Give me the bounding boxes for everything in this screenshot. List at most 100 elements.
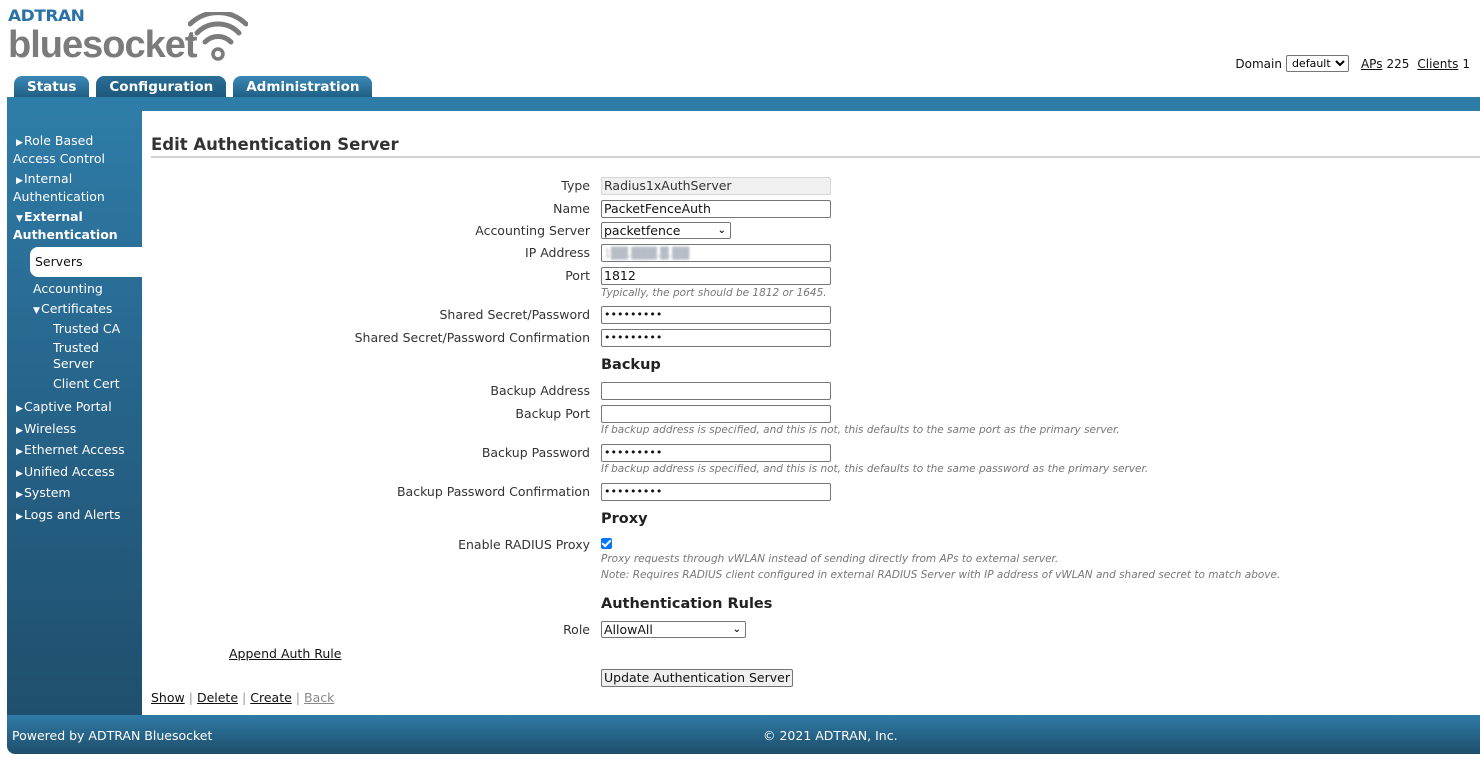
role-value: AllowAll xyxy=(604,622,653,637)
shared-secret-confirm-input[interactable]: ••••••••• xyxy=(601,329,831,347)
sidebar-item-role-based-access-control[interactable]: ▶Role Based Access Control xyxy=(7,133,142,167)
chevron-down-icon: ⌄ xyxy=(717,225,726,236)
backup-password-input[interactable]: ••••••••• xyxy=(601,444,831,462)
expand-arrow-icon: ▶ xyxy=(16,447,23,457)
backup-port-hint: If backup address is specified, and this… xyxy=(601,424,1120,436)
name-input[interactable]: PacketFenceAuth xyxy=(601,200,831,218)
type-label: Type xyxy=(561,178,590,193)
sidebar: ▶Role Based Access Control ▶Internal Aut… xyxy=(7,111,142,715)
sidebar-item-servers[interactable]: Servers xyxy=(30,247,142,277)
sidebar-item-label: System xyxy=(24,485,71,500)
append-auth-rule-link[interactable]: Append Auth Rule xyxy=(229,646,341,661)
expand-arrow-icon: ▶ xyxy=(16,176,23,186)
adtran-logo: ADTRAN xyxy=(8,7,85,26)
backup-password-hint: If backup address is specified, and this… xyxy=(601,463,1149,475)
wifi-icon xyxy=(188,12,248,61)
aps-link[interactable]: APs xyxy=(1361,57,1383,71)
title-divider xyxy=(151,156,1480,158)
sidebar-item-label: Role Based xyxy=(24,133,94,148)
delete-link[interactable]: Delete xyxy=(197,690,238,705)
sidebar-item-unified-access[interactable]: ▶Unified Access xyxy=(7,464,142,482)
enable-radius-proxy-checkbox[interactable] xyxy=(601,538,612,549)
role-select[interactable]: AllowAll ⌄ xyxy=(601,621,746,638)
accounting-server-label: Accounting Server xyxy=(475,223,590,238)
sidebar-item-ethernet-access[interactable]: ▶Ethernet Access xyxy=(7,442,142,460)
sidebar-item-trusted-ca[interactable]: Trusted CA xyxy=(7,321,142,337)
role-label: Role xyxy=(563,622,590,637)
footer-powered-by: Powered by ADTRAN Bluesocket xyxy=(12,728,213,743)
bluesocket-logo: bluesocket xyxy=(8,24,198,66)
sidebar-item-external-authentication[interactable]: ▼External Authentication xyxy=(7,209,142,243)
sidebar-item-label: Trusted xyxy=(53,340,99,355)
enable-radius-proxy-label: Enable RADIUS Proxy xyxy=(458,537,590,552)
sidebar-item-certificates[interactable]: ▼Certificates xyxy=(7,301,142,319)
shared-secret-label: Shared Secret/Password xyxy=(439,307,590,322)
backup-password-confirm-input[interactable]: ••••••••• xyxy=(601,483,831,501)
sidebar-item-label-line2: Access Control xyxy=(13,151,105,166)
create-link[interactable]: Create xyxy=(250,690,292,705)
tab-bar-strip xyxy=(7,97,1480,111)
backup-port-input[interactable] xyxy=(601,405,831,423)
tab-administration[interactable]: Administration xyxy=(233,76,373,98)
auth-rules-heading: Authentication Rules xyxy=(601,596,773,612)
sidebar-item-system[interactable]: ▶System xyxy=(7,485,142,503)
sidebar-item-client-cert[interactable]: Client Cert xyxy=(7,376,142,392)
port-input[interactable]: 1812 xyxy=(601,267,831,285)
backup-heading: Backup xyxy=(601,357,661,373)
port-hint: Typically, the port should be 1812 or 16… xyxy=(601,287,827,299)
expand-arrow-icon: ▶ xyxy=(16,404,23,414)
domain-label: Domain xyxy=(1235,56,1282,71)
collapse-arrow-icon: ▼ xyxy=(16,214,23,224)
expand-arrow-icon: ▶ xyxy=(16,468,23,479)
tab-status[interactable]: Status xyxy=(14,76,90,98)
backup-address-input[interactable] xyxy=(601,382,831,400)
page-title: Edit Authentication Server xyxy=(151,135,399,154)
sidebar-item-wireless[interactable]: ▶Wireless xyxy=(7,421,142,439)
link-separator: | xyxy=(295,690,301,705)
sidebar-item-accounting[interactable]: Accounting xyxy=(7,281,142,297)
sidebar-item-captive-portal[interactable]: ▶Captive Portal xyxy=(7,399,142,417)
backup-password-label: Backup Password xyxy=(481,445,590,460)
back-link[interactable]: Back xyxy=(304,690,334,705)
sidebar-item-label: Logs and Alerts xyxy=(24,506,121,522)
update-authentication-server-button[interactable]: Update Authentication Server xyxy=(601,669,793,687)
sidebar-item-label: Certificates xyxy=(41,301,113,316)
aps-count: 225 xyxy=(1386,56,1410,71)
shared-secret-input[interactable]: ••••••••• xyxy=(601,306,831,324)
backup-port-label: Backup Port xyxy=(515,406,590,421)
sidebar-item-label: Captive Portal xyxy=(24,399,112,414)
sidebar-item-internal-authentication[interactable]: ▶Internal Authentication xyxy=(7,171,142,205)
accounting-server-select[interactable]: packetfence ⌄ xyxy=(601,222,731,239)
tab-configuration[interactable]: Configuration xyxy=(96,76,227,98)
chevron-down-icon: ⌄ xyxy=(732,624,741,635)
proxy-heading: Proxy xyxy=(601,511,648,527)
backup-address-label: Backup Address xyxy=(490,383,590,398)
header: ADTRAN bluesocket ® Domain default APs 2… xyxy=(0,0,1480,98)
bottom-links: Show | Delete | Create | Back xyxy=(151,690,334,705)
sidebar-item-label-line2: Server xyxy=(53,356,94,371)
collapse-arrow-icon: ▼ xyxy=(33,306,40,316)
expand-arrow-icon: ▶ xyxy=(16,511,23,522)
sidebar-item-label: Wireless xyxy=(24,420,77,436)
main-content: Edit Authentication Server Type Radius1x… xyxy=(142,111,1480,715)
sidebar-item-label: External xyxy=(24,209,83,224)
sidebar-item-label-line2: Authentication xyxy=(13,227,118,242)
footer: Powered by ADTRAN Bluesocket © 2021 ADTR… xyxy=(7,715,1480,754)
type-field: Radius1xAuthServer xyxy=(601,177,831,195)
ip-address-input[interactable]: 1██.███.█.██ xyxy=(601,244,831,262)
status-summary: Domain default APs 225 Clients 1 xyxy=(1235,55,1470,72)
shared-secret-confirm-label: Shared Secret/Password Confirmation xyxy=(354,330,590,345)
sidebar-nav: ▶Role Based Access Control ▶Internal Aut… xyxy=(7,133,142,525)
clients-link[interactable]: Clients xyxy=(1417,57,1458,71)
sidebar-item-label-line2: Authentication xyxy=(13,189,105,204)
expand-arrow-icon: ▶ xyxy=(16,425,23,436)
sidebar-item-logs-and-alerts[interactable]: ▶Logs and Alerts xyxy=(7,507,142,525)
expand-arrow-icon: ▶ xyxy=(16,138,23,148)
main-tabs: Status Configuration Administration xyxy=(14,76,373,98)
sidebar-item-label: Ethernet Access xyxy=(24,442,125,457)
sidebar-item-trusted-server[interactable]: Trusted Server xyxy=(7,340,142,372)
proxy-hint: Proxy requests through vWLAN instead of … xyxy=(601,553,1059,565)
sidebar-item-label: Internal xyxy=(24,171,73,186)
show-link[interactable]: Show xyxy=(151,690,185,705)
domain-select[interactable]: default xyxy=(1285,55,1349,72)
